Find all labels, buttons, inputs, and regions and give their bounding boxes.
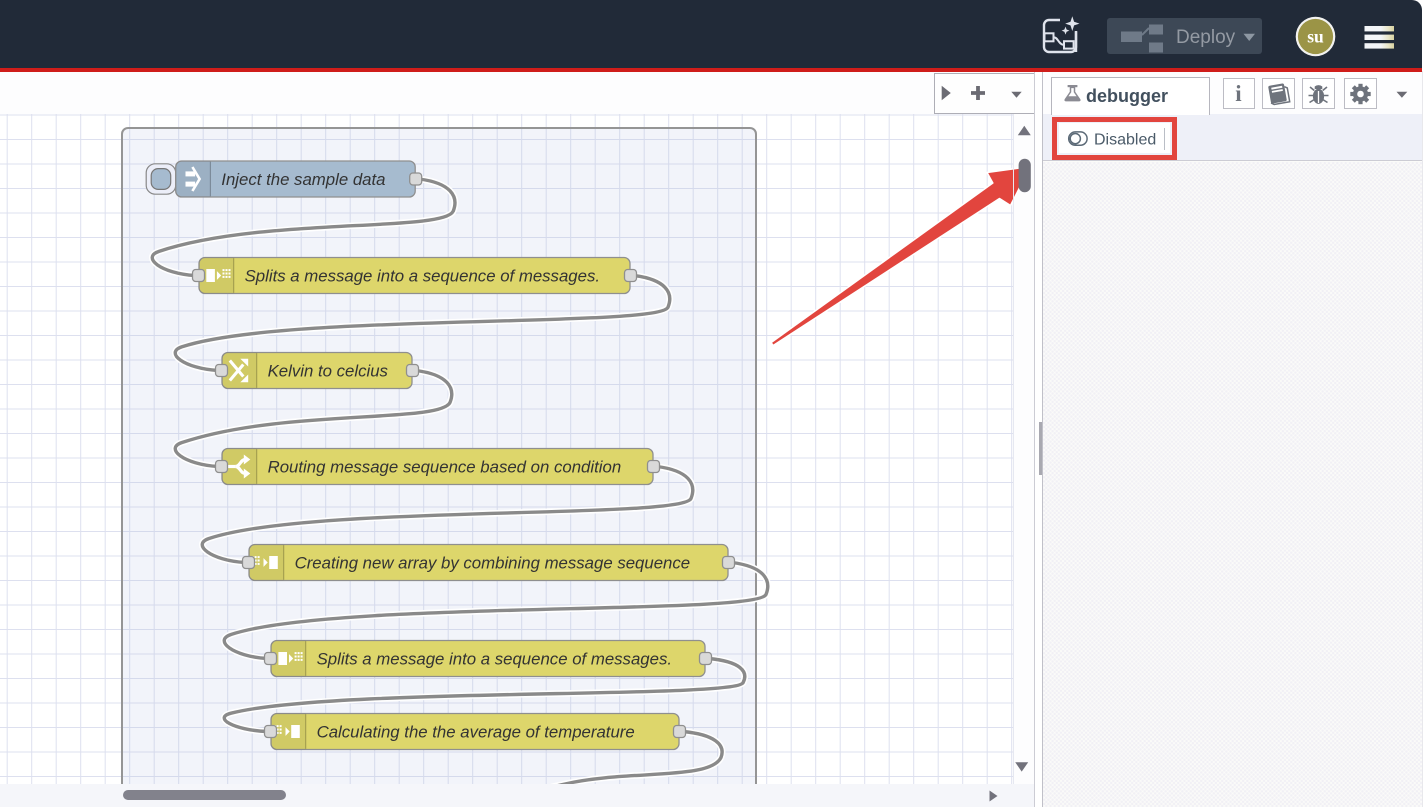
svg-text:Creating new array by combinin: Creating new array by combining message … [295, 553, 691, 572]
svg-text:debugger: debugger [1086, 86, 1168, 106]
svg-text:Routing message sequence based: Routing message sequence based on condit… [268, 457, 622, 476]
svg-text:Calculating the the average of: Calculating the the average of temperatu… [317, 722, 635, 741]
svg-text:Kelvin to celcius: Kelvin to celcius [268, 361, 389, 380]
svg-text:Splits a message into a sequen: Splits a message into a sequence of mess… [245, 266, 600, 285]
svg-text:Disabled: Disabled [1094, 131, 1156, 148]
svg-text:Splits a message into a sequen: Splits a message into a sequence of mess… [317, 649, 672, 668]
svg-text:i: i [1235, 81, 1242, 106]
